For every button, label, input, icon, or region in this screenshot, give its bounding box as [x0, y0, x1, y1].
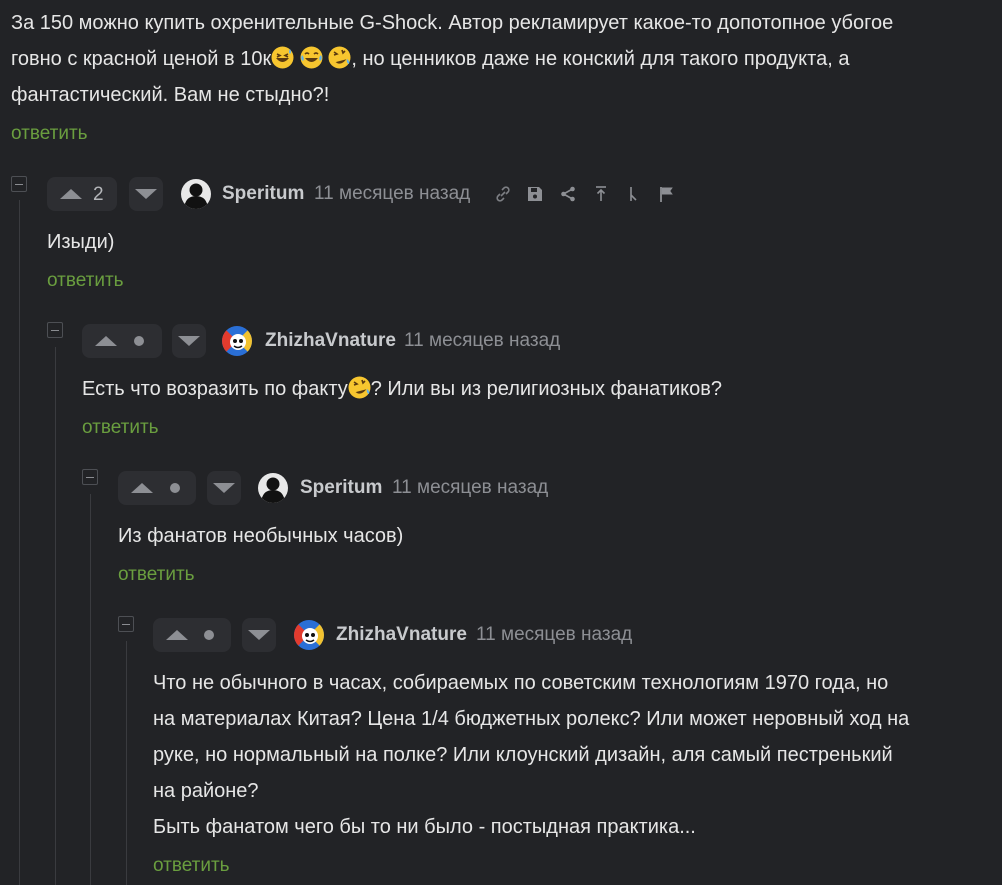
- comment-text-line: Быть фанатом чего бы то ни было - постыд…: [153, 816, 696, 838]
- reply-link[interactable]: ответить: [47, 270, 124, 292]
- downvote-icon: [178, 336, 200, 346]
- link-icon[interactable]: [494, 185, 512, 203]
- vote-widget: 2: [47, 177, 117, 211]
- avatar[interactable]: [258, 473, 288, 503]
- comment-text-b: ? Или вы из религиозных фанатиков?: [370, 378, 723, 400]
- grinning-sweat-emoji-icon: [271, 46, 295, 69]
- downvote-button[interactable]: [207, 471, 241, 505]
- parent-comment-line-2-a: говно с красной ценой в 10к: [11, 48, 272, 70]
- parent-comment-line-2-b: , но ценников даже не конский для такого…: [351, 48, 850, 70]
- reply-link[interactable]: ответить: [82, 417, 159, 439]
- reply-link[interactable]: ответить: [153, 855, 230, 877]
- thread-line[interactable]: [55, 347, 56, 885]
- tears-of-joy-emoji-icon: [299, 46, 323, 69]
- vote-hidden-dot-icon: [204, 630, 214, 640]
- vote-widget: [118, 471, 196, 505]
- collapse-toggle[interactable]: [11, 176, 27, 192]
- parent-icon[interactable]: [592, 185, 610, 203]
- vote-hidden-dot-icon: [170, 483, 180, 493]
- collapse-toggle[interactable]: [82, 469, 98, 485]
- comment-text-line: на районе?: [153, 780, 259, 802]
- downvote-button[interactable]: [129, 177, 163, 211]
- upvote-icon[interactable]: [166, 630, 188, 640]
- thread-line[interactable]: [19, 200, 20, 885]
- flag-icon[interactable]: [658, 185, 676, 203]
- comment-text: Изыди): [47, 231, 115, 253]
- collapse-toggle[interactable]: [118, 616, 134, 632]
- collapse-toggle[interactable]: [47, 322, 63, 338]
- timestamp[interactable]: 11 месяцев назад: [476, 624, 632, 646]
- upvote-icon[interactable]: [131, 483, 153, 493]
- comment-text: Есть что возразить по факту ? Или вы из р…: [82, 371, 722, 407]
- downvote-icon: [248, 630, 270, 640]
- reply-link[interactable]: ответить: [118, 564, 195, 586]
- save-icon[interactable]: [526, 185, 544, 203]
- vote-count: 2: [93, 184, 104, 205]
- avatar[interactable]: [222, 326, 252, 356]
- upvote-icon[interactable]: [95, 336, 117, 346]
- branch-icon[interactable]: [625, 185, 643, 203]
- comment-text: Из фанатов необычных часов): [118, 525, 404, 547]
- rofl-emoji-icon: [328, 46, 352, 69]
- reply-link[interactable]: ответить: [11, 123, 88, 145]
- avatar[interactable]: [181, 179, 211, 209]
- upvote-icon[interactable]: [60, 189, 82, 199]
- avatar[interactable]: [294, 620, 324, 650]
- timestamp[interactable]: 11 месяцев назад: [314, 183, 470, 205]
- timestamp[interactable]: 11 месяцев назад: [404, 330, 560, 352]
- parent-comment-line-2: говно с красной ценой в 10к , но ценнико…: [11, 41, 849, 77]
- comment-text-a: Есть что возразить по факту: [82, 378, 348, 400]
- thread-line[interactable]: [126, 641, 127, 885]
- vote-hidden-dot-icon: [134, 336, 144, 346]
- downvote-button[interactable]: [242, 618, 276, 652]
- downvote-button[interactable]: [172, 324, 206, 358]
- vote-widget: [153, 618, 231, 652]
- comment-text-line: Что не обычного в часах, собираемых по с…: [153, 672, 889, 694]
- timestamp[interactable]: 11 месяцев назад: [392, 477, 548, 499]
- username[interactable]: ZhizhaVnature: [336, 624, 467, 646]
- comment-text-line: руке, но нормальный на полке? Или клоунс…: [153, 744, 893, 766]
- downvote-icon: [135, 189, 157, 199]
- username[interactable]: Speritum: [222, 183, 304, 205]
- username[interactable]: Speritum: [300, 477, 382, 499]
- comment-text-line: на материалах Китая? Цена 1/4 бюджетных …: [153, 708, 910, 730]
- downvote-icon: [213, 483, 235, 493]
- parent-comment-line-3: фантастический. Вам не стыдно?!: [11, 84, 330, 106]
- share-icon[interactable]: [559, 185, 577, 203]
- rofl-emoji-icon: [347, 376, 371, 399]
- username[interactable]: ZhizhaVnature: [265, 330, 396, 352]
- parent-comment-line-1: За 150 можно купить охренительные G-Shoc…: [11, 12, 894, 34]
- thread-line[interactable]: [90, 494, 91, 885]
- vote-widget: [82, 324, 162, 358]
